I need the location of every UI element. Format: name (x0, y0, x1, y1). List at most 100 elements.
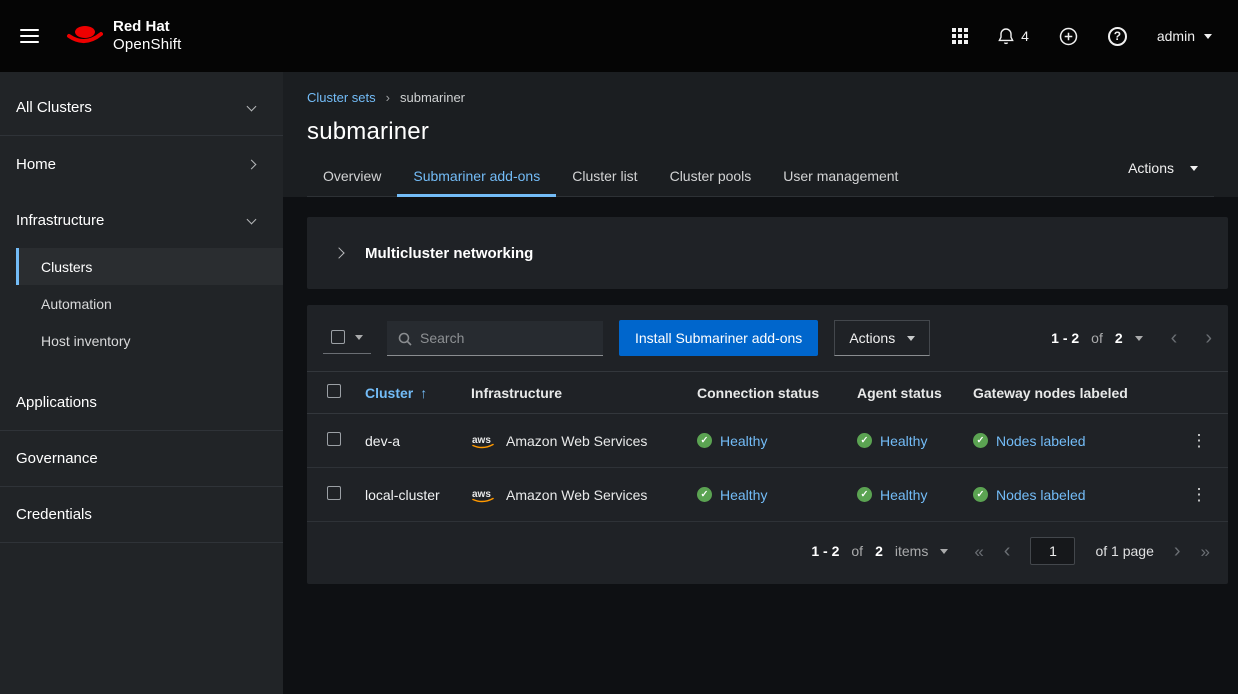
sidebar-nav: All Clusters Home Infrastructure Cluster… (0, 72, 283, 694)
sidebar-item-applications[interactable]: Applications (0, 375, 283, 431)
chevron-down-icon (247, 214, 257, 224)
first-page-icon[interactable]: « (974, 543, 983, 560)
sidebar-item-label: Clusters (41, 259, 92, 275)
masthead-utilities: 4 ? admin (952, 27, 1212, 46)
caret-down-icon (1204, 34, 1212, 39)
current-page-input[interactable] (1030, 537, 1075, 565)
sidebar-item-label: Applications (16, 394, 97, 411)
multicluster-networking-expandable[interactable]: Multicluster networking (307, 217, 1228, 289)
tab-user-management[interactable]: User management (767, 159, 914, 196)
sidebar-item-host-inventory[interactable]: Host inventory (16, 322, 283, 359)
install-submariner-button[interactable]: Install Submariner add-ons (619, 320, 818, 356)
sidebar-item-label: Credentials (16, 506, 92, 523)
aws-icon: aws (471, 487, 496, 503)
perspective-switcher[interactable]: All Clusters (0, 80, 283, 136)
masthead: Red Hat OpenShift 4 ? (0, 0, 1238, 72)
pagination-total: 2 (875, 543, 883, 559)
column-header-cluster[interactable]: Cluster↑ (365, 385, 427, 401)
page-actions-dropdown[interactable]: Actions (1128, 160, 1198, 176)
app-launcher-grid-icon (952, 28, 968, 44)
bell-icon (998, 27, 1014, 45)
svg-text:aws: aws (472, 435, 491, 446)
column-header-gateway-nodes[interactable]: Gateway nodes labeled (973, 385, 1128, 401)
pagination-total: 2 (1115, 330, 1123, 346)
bulk-select-dropdown[interactable] (323, 322, 371, 354)
tab-overview[interactable]: Overview (307, 159, 397, 196)
app-launcher-button[interactable] (952, 28, 968, 44)
page-nav: ‹ › (1171, 328, 1212, 348)
tab-cluster-list[interactable]: Cluster list (556, 159, 653, 196)
notifications-button[interactable]: 4 (998, 27, 1029, 45)
caret-down-icon (907, 336, 915, 341)
help-button[interactable]: ? (1108, 27, 1127, 46)
sidebar-item-clusters[interactable]: Clusters (16, 248, 283, 285)
pager-controls: « ‹ of 1 page › » (974, 537, 1210, 565)
brand-text: Red Hat OpenShift (113, 18, 182, 54)
column-label: Cluster (365, 385, 413, 401)
pagination-top: 1 - 2 of 2 ‹ › (1051, 328, 1212, 348)
gateway-nodes-link[interactable]: Nodes labeled (996, 487, 1086, 503)
breadcrumb-current: submariner (400, 90, 465, 105)
pagination-of-label: of (1091, 330, 1103, 346)
submariner-addons-table-card: Install Submariner add-ons Actions 1 - 2… (307, 305, 1228, 584)
tab-submariner-add-ons[interactable]: Submariner add-ons (397, 159, 556, 196)
next-page-icon[interactable]: › (1205, 328, 1212, 348)
hamburger-icon (20, 29, 39, 43)
pagination-range: 1 - 2 (811, 543, 839, 559)
page-actions-label: Actions (1128, 160, 1174, 176)
column-header-agent-status[interactable]: Agent status (857, 385, 942, 401)
clusters-table: Cluster↑ Infrastructure Connection statu… (307, 371, 1228, 522)
sidebar-item-automation[interactable]: Automation (16, 285, 283, 322)
row-kebab-menu[interactable]: ⋮ (1183, 484, 1216, 505)
create-resource-button[interactable] (1059, 27, 1078, 46)
pagination-menu-toggle[interactable]: 1 - 2 of 2 (1051, 330, 1143, 346)
check-circle-icon: ✓ (857, 433, 872, 448)
sidebar-item-home[interactable]: Home (0, 136, 283, 192)
toolbar-actions-dropdown[interactable]: Actions (834, 320, 930, 356)
previous-page-icon[interactable]: ‹ (1004, 541, 1011, 561)
sidebar-item-governance[interactable]: Governance (0, 431, 283, 487)
bulk-select-checkbox[interactable] (331, 330, 345, 344)
plus-circle-icon (1059, 27, 1078, 46)
pagination-menu-toggle[interactable]: 1 - 2 of 2 items (811, 543, 948, 559)
previous-page-icon[interactable]: ‹ (1171, 328, 1178, 348)
column-header-infrastructure[interactable]: Infrastructure (471, 385, 562, 401)
row-checkbox[interactable] (327, 432, 341, 446)
gateway-nodes-link[interactable]: Nodes labeled (996, 433, 1086, 449)
search-input[interactable] (387, 321, 603, 356)
search-icon (398, 332, 412, 346)
infrastructure-subnav: Clusters Automation Host inventory (0, 248, 283, 375)
sidebar-item-credentials[interactable]: Credentials (0, 487, 283, 543)
next-page-icon[interactable]: › (1174, 541, 1181, 561)
brand-line-1: Red Hat (113, 18, 182, 36)
column-header-connection-status[interactable]: Connection status (697, 385, 819, 401)
agent-status-link[interactable]: Healthy (880, 487, 927, 503)
redhat-fedora-icon (65, 23, 103, 50)
svg-text:aws: aws (472, 489, 491, 500)
caret-down-icon (1190, 166, 1198, 171)
breadcrumb-cluster-sets[interactable]: Cluster sets (307, 90, 376, 105)
last-page-icon[interactable]: » (1201, 543, 1210, 560)
caret-down-icon (355, 335, 363, 340)
connection-status-link[interactable]: Healthy (720, 487, 767, 503)
user-menu[interactable]: admin (1157, 28, 1212, 44)
row-checkbox[interactable] (327, 486, 341, 500)
sidebar-item-infrastructure[interactable]: Infrastructure (0, 192, 283, 248)
check-circle-icon: ✓ (697, 433, 712, 448)
select-all-checkbox[interactable] (327, 384, 341, 398)
breadcrumb: Cluster sets › submariner (307, 90, 1214, 105)
page-tabs: Overview Submariner add-ons Cluster list… (307, 159, 1214, 197)
perspective-label: All Clusters (16, 99, 92, 116)
nav-toggle-button[interactable] (20, 29, 39, 43)
pagination-range: 1 - 2 (1051, 330, 1079, 346)
row-kebab-menu[interactable]: ⋮ (1183, 430, 1216, 451)
sidebar-item-label: Governance (16, 450, 98, 467)
redhat-openshift-logo[interactable]: Red Hat OpenShift (65, 18, 182, 54)
check-circle-icon: ✓ (857, 487, 872, 502)
page-header: Cluster sets › submariner submariner Act… (283, 72, 1238, 197)
infrastructure-label: Amazon Web Services (506, 433, 647, 449)
agent-status-link[interactable]: Healthy (880, 433, 927, 449)
connection-status-link[interactable]: Healthy (720, 433, 767, 449)
tab-cluster-pools[interactable]: Cluster pools (654, 159, 768, 196)
question-mark-icon: ? (1114, 29, 1121, 43)
